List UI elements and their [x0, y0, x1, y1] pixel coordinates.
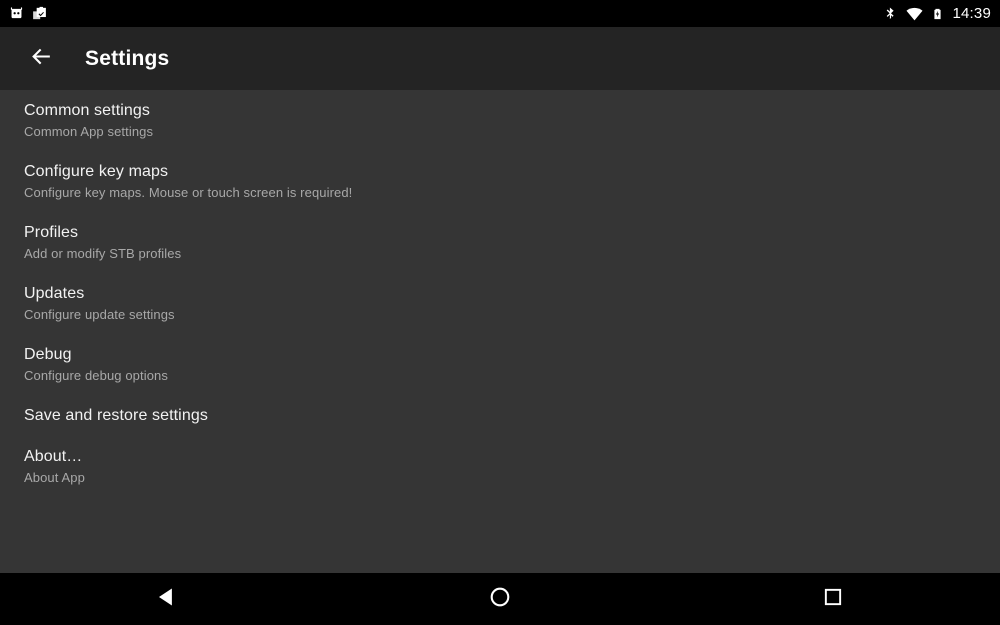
back-arrow-icon [29, 44, 54, 74]
nav-recents-button[interactable] [783, 573, 883, 625]
settings-item-title: Profiles [24, 224, 79, 241]
settings-item-subtitle: Configure update settings [24, 307, 175, 322]
status-bar: 14:39 [0, 0, 1000, 27]
battery-charging-icon [931, 5, 944, 23]
system-navigation-bar [0, 573, 1000, 625]
app-notification-icon [8, 5, 25, 22]
settings-item-title: Common settings [24, 102, 150, 119]
back-button[interactable] [21, 39, 61, 79]
settings-item-debug[interactable]: Debug Configure debug options [0, 345, 1000, 385]
settings-item-save-and-restore-settings[interactable]: Save and restore settings [0, 406, 1000, 426]
settings-item-subtitle: Configure debug options [24, 368, 168, 383]
settings-item-common-settings[interactable]: Common settings Common App settings [0, 101, 1000, 141]
status-bar-clock: 14:39 [952, 5, 991, 22]
settings-item-subtitle: Add or modify STB profiles [24, 246, 182, 261]
settings-item-subtitle: About App [24, 470, 85, 485]
settings-item-title: Debug [24, 346, 72, 363]
settings-item-title: About… [24, 448, 83, 465]
nav-back-button[interactable] [117, 573, 217, 625]
page-title: Settings [85, 46, 170, 70]
settings-list: Common settings Common App settings Conf… [0, 90, 1000, 573]
settings-item-updates[interactable]: Updates Configure update settings [0, 284, 1000, 324]
settings-item-title: Save and restore settings [24, 407, 208, 424]
settings-item-profiles[interactable]: Profiles Add or modify STB profiles [0, 223, 1000, 263]
nav-back-triangle-icon [154, 584, 180, 615]
nav-home-button[interactable] [450, 573, 550, 625]
settings-item-subtitle: Configure key maps. Mouse or touch scree… [24, 185, 353, 200]
nav-recents-square-icon [822, 586, 844, 613]
settings-item-configure-key-maps[interactable]: Configure key maps Configure key maps. M… [0, 162, 1000, 202]
settings-item-title: Configure key maps [24, 163, 169, 180]
nav-home-circle-icon [488, 585, 512, 614]
settings-item-title: Updates [24, 285, 85, 302]
app-toolbar: Settings [0, 27, 1000, 90]
settings-item-about[interactable]: About… About App [0, 447, 1000, 487]
settings-item-subtitle: Common App settings [24, 124, 154, 139]
android-settings-screen: 14:39 Settings Common settings Common Ap… [0, 0, 1000, 625]
wifi-icon [905, 5, 924, 23]
status-bar-notification-icons [8, 5, 48, 22]
status-bar-system-icons: 14:39 [883, 5, 991, 23]
bluetooth-icon [883, 5, 898, 23]
clipboard-check-icon [31, 5, 48, 22]
